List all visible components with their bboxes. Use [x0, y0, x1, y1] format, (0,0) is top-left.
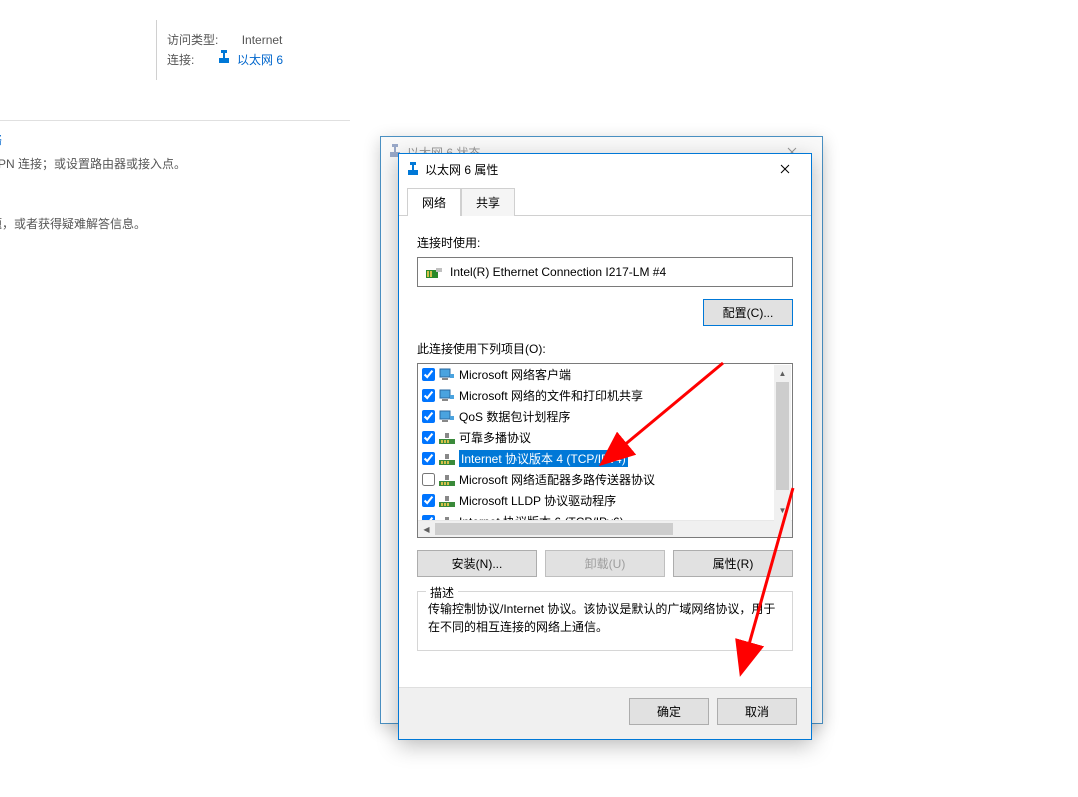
network-client-icon: [439, 368, 455, 382]
adapter-display: Intel(R) Ethernet Connection I217-LM #4: [417, 257, 793, 287]
description-group: 描述 传输控制协议/Internet 协议。该协议是默认的广域网络协议，用于在不…: [417, 591, 793, 651]
properties-button[interactable]: 属性(R): [673, 550, 793, 577]
list-item[interactable]: Microsoft 网络的文件和打印机共享: [418, 385, 792, 406]
connection-items-listbox[interactable]: Microsoft 网络客户端 Microsoft 网络的文件和打印机共享 QoS …: [417, 363, 793, 538]
ethernet-icon: [407, 162, 419, 176]
item-label: 可靠多播协议: [459, 429, 531, 446]
dialog-title: 以太网 6 属性: [425, 161, 498, 178]
list-item[interactable]: Internet 协议版本 4 (TCP/IPv4): [418, 448, 792, 469]
item-label: Microsoft 网络客户端: [459, 366, 571, 383]
ethernet-properties-dialog: 以太网 6 属性 网络 共享 连接时使用: Intel(R) Ethernet …: [398, 153, 812, 740]
network-protocol-icon: [439, 494, 455, 508]
scroll-thumb-v[interactable]: [776, 382, 789, 490]
item-checkbox[interactable]: [422, 473, 435, 486]
uninstall-button: 卸载(U): [545, 550, 665, 577]
list-item[interactable]: Microsoft 网络适配器多路传送器协议: [418, 469, 792, 490]
tab-network[interactable]: 网络: [407, 188, 461, 216]
configure-button[interactable]: 配置(C)...: [703, 299, 793, 326]
list-item[interactable]: Microsoft 网络客户端: [418, 364, 792, 385]
item-checkbox[interactable]: [422, 431, 435, 444]
scroll-left-arrow-icon[interactable]: ◀: [418, 521, 435, 537]
bg-text-line1: VPN 连接；或设置路由器或接入点。: [0, 152, 350, 176]
bg-link-fragment[interactable]: 络: [0, 131, 350, 148]
item-label: Microsoft 网络适配器多路传送器协议: [459, 471, 655, 488]
ok-button[interactable]: 确定: [629, 698, 709, 725]
network-client-icon: [439, 410, 455, 424]
item-label: Internet 协议版本 6 (TCP/IPv6): [459, 513, 624, 520]
connect-using-label: 连接时使用:: [417, 234, 793, 251]
list-item[interactable]: QoS 数据包计划程序: [418, 406, 792, 427]
network-protocol-icon: [439, 452, 455, 466]
list-item[interactable]: Internet 协议版本 6 (TCP/IPv6): [418, 511, 792, 520]
connection-label: 连接:: [167, 53, 194, 67]
network-adapter-icon: [426, 265, 442, 279]
background-network-panel: 访问类型: Internet 连接: 以太网 6 络 VPN 连接；或设置路由器…: [0, 20, 350, 236]
item-label: QoS 数据包计划程序: [459, 408, 570, 425]
item-label: Microsoft 网络的文件和打印机共享: [459, 387, 643, 404]
item-checkbox[interactable]: [422, 452, 435, 465]
tab-share[interactable]: 共享: [461, 188, 515, 216]
vertical-scrollbar[interactable]: ▲ ▼: [774, 365, 791, 519]
item-checkbox[interactable]: [422, 410, 435, 423]
cancel-button[interactable]: 取消: [717, 698, 797, 725]
network-protocol-icon: [439, 473, 455, 487]
connection-link[interactable]: 以太网 6: [218, 53, 283, 67]
scroll-corner: [774, 519, 791, 536]
ethernet-icon: [218, 53, 233, 67]
list-item[interactable]: Microsoft LLDP 协议驱动程序: [418, 490, 792, 511]
close-button[interactable]: [762, 155, 807, 183]
description-legend: 描述: [426, 584, 458, 601]
item-checkbox[interactable]: [422, 389, 435, 402]
description-text: 传输控制协议/Internet 协议。该协议是默认的广域网络协议，用于在不同的相…: [428, 600, 782, 636]
access-type-label: 访问类型:: [167, 33, 218, 47]
list-item[interactable]: 可靠多播协议: [418, 427, 792, 448]
install-button[interactable]: 安装(N)...: [417, 550, 537, 577]
adapter-name: Intel(R) Ethernet Connection I217-LM #4: [450, 265, 666, 279]
item-checkbox[interactable]: [422, 368, 435, 381]
scroll-up-arrow-icon[interactable]: ▲: [774, 365, 791, 382]
title-bar[interactable]: 以太网 6 属性: [399, 154, 811, 184]
network-protocol-icon: [439, 431, 455, 445]
access-type-value: Internet: [242, 33, 283, 47]
item-label: Microsoft LLDP 协议驱动程序: [459, 492, 616, 509]
item-checkbox[interactable]: [422, 494, 435, 507]
tab-strip: 网络 共享: [399, 184, 811, 216]
item-label: Internet 协议版本 4 (TCP/IPv4): [459, 450, 628, 467]
scroll-thumb-h[interactable]: [435, 523, 673, 535]
bg-text-line2: 题，或者获得疑难解答信息。: [0, 212, 350, 236]
horizontal-scrollbar[interactable]: ◀ ▶: [418, 520, 792, 537]
items-label: 此连接使用下列项目(O):: [417, 340, 793, 357]
scroll-down-arrow-icon[interactable]: ▼: [774, 502, 791, 519]
network-client-icon: [439, 389, 455, 403]
